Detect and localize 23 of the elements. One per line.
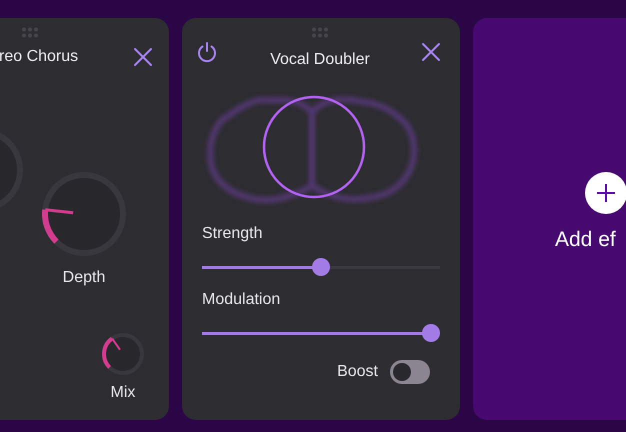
close-button[interactable] [420, 41, 442, 63]
drag-handle-icon[interactable] [21, 27, 39, 38]
add-effect-button[interactable] [585, 172, 626, 214]
slider-label: Strength [202, 224, 264, 244]
knob-label: Mix [110, 383, 136, 403]
add-effect-label: Add ef [555, 228, 617, 252]
drag-handle-icon[interactable] [311, 27, 329, 38]
plus-icon [595, 182, 617, 204]
knob[interactable] [102, 333, 144, 375]
close-button[interactable] [132, 46, 154, 68]
effect-title: reo Chorus [0, 47, 78, 67]
slider-label: Modulation [202, 290, 282, 310]
toggle-label: Boost [337, 362, 378, 382]
close-icon [133, 47, 153, 67]
power-icon [196, 41, 218, 63]
knob[interactable] [42, 172, 126, 256]
power-button[interactable] [196, 41, 218, 63]
effect-title: Vocal Doubler [270, 50, 370, 70]
knob-label: Depth [62, 268, 106, 288]
slider[interactable] [202, 258, 440, 276]
slider[interactable] [202, 324, 440, 342]
toggle-switch[interactable] [390, 360, 430, 384]
close-icon [421, 42, 441, 62]
